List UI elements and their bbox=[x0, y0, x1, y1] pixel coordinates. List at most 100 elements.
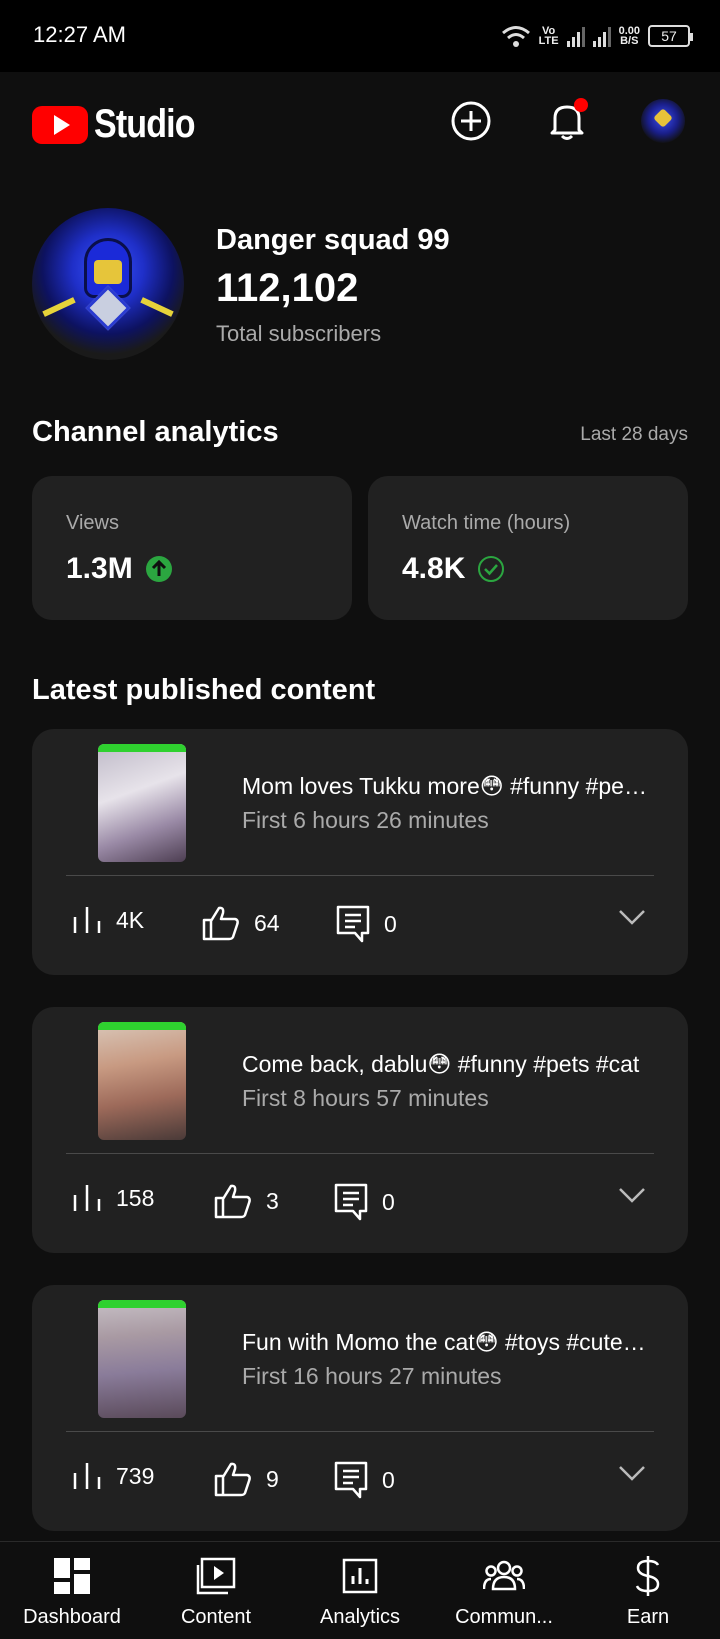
likes-count: 64 bbox=[254, 909, 280, 936]
status-bar: 12:27 AM Vo LTE 0.00 B/S 57 bbox=[0, 0, 720, 72]
volte-indicator: Vo LTE bbox=[538, 26, 559, 47]
comment-icon bbox=[336, 905, 370, 943]
nav-earn[interactable]: Earn bbox=[576, 1554, 720, 1629]
account-avatar bbox=[641, 99, 685, 143]
analytics-icon bbox=[342, 1558, 378, 1594]
views-card[interactable]: Views 1.3M bbox=[32, 476, 352, 620]
thumbnail-banner bbox=[98, 744, 186, 752]
likes-metric-1: 64 bbox=[202, 905, 280, 941]
video-thumbnail-2[interactable] bbox=[98, 1022, 186, 1140]
comment-icon bbox=[334, 1461, 368, 1499]
views-value-row: 1.3M bbox=[66, 552, 173, 586]
views-value: 1.3M bbox=[66, 552, 133, 585]
card-divider bbox=[66, 1431, 654, 1432]
expand-button-2[interactable] bbox=[618, 1187, 646, 1208]
thumbnail-banner bbox=[98, 1300, 186, 1308]
nav-label: Analytics bbox=[319, 1606, 401, 1628]
speed-unit: B/S bbox=[620, 35, 639, 47]
nav-label: Commun... bbox=[455, 1606, 553, 1628]
network-speed: 0.00 B/S bbox=[619, 26, 640, 47]
chevron-down-icon bbox=[619, 910, 645, 925]
comments-metric-3: 0 bbox=[334, 1461, 395, 1499]
nav-content[interactable]: Content bbox=[144, 1554, 288, 1629]
comment-icon bbox=[334, 1183, 368, 1221]
nav-label: Content bbox=[180, 1606, 252, 1628]
nav-dashboard[interactable]: Dashboard bbox=[0, 1554, 144, 1629]
views-count: 4K bbox=[116, 906, 145, 933]
signal-icon bbox=[566, 25, 585, 47]
app-bar: Studio bbox=[0, 72, 720, 172]
comments-metric-2: 0 bbox=[334, 1183, 395, 1221]
views-count: 158 bbox=[116, 1184, 155, 1211]
create-button[interactable] bbox=[448, 98, 494, 144]
youtube-play-icon bbox=[32, 105, 88, 144]
comments-count: 0 bbox=[382, 1188, 395, 1215]
avatar-wing-right bbox=[140, 297, 174, 317]
thumbs-up-icon bbox=[214, 1184, 251, 1219]
views-metric-1: 4K bbox=[72, 905, 144, 935]
latest-content-title: Latest published content bbox=[32, 674, 376, 706]
dollar-icon bbox=[635, 1556, 660, 1596]
channel-name: Danger squad 99 bbox=[216, 224, 450, 256]
video-card-3[interactable]: Fun with Momo the cat😳 #toys #cute #cat … bbox=[32, 1285, 688, 1531]
views-metric-2: 158 bbox=[72, 1183, 154, 1213]
nav-label: Dashboard bbox=[23, 1606, 121, 1628]
views-bars-icon bbox=[73, 1463, 101, 1489]
status-time: 12:27 AM bbox=[33, 22, 126, 47]
community-icon bbox=[483, 1560, 525, 1591]
views-count: 739 bbox=[116, 1462, 155, 1489]
watch-time-value-row: 4.8K bbox=[402, 552, 505, 586]
subscriber-count: 112,102 bbox=[216, 266, 359, 310]
analytics-period: Last 28 days bbox=[580, 424, 688, 445]
subscriber-label: Total subscribers bbox=[216, 321, 382, 346]
chevron-down-icon bbox=[619, 1188, 645, 1203]
thumbs-up-icon bbox=[214, 1462, 251, 1497]
watch-time-card[interactable]: Watch time (hours) 4.8K bbox=[368, 476, 688, 620]
watch-time-label: Watch time (hours) bbox=[402, 512, 571, 534]
signal-icon-2 bbox=[592, 25, 611, 47]
watch-time-value: 4.8K bbox=[402, 552, 466, 585]
card-divider bbox=[66, 1153, 654, 1154]
card-divider bbox=[66, 875, 654, 876]
video-subtitle-3: First 16 hours 27 minutes bbox=[242, 1363, 502, 1389]
nav-community[interactable]: Commun... bbox=[432, 1554, 576, 1629]
battery-icon: 57 bbox=[648, 25, 693, 47]
check-circle-icon bbox=[478, 556, 505, 582]
chevron-down-icon bbox=[619, 1466, 645, 1481]
views-bars-icon bbox=[73, 1185, 101, 1211]
comments-count: 0 bbox=[384, 910, 397, 937]
channel-avatar[interactable] bbox=[32, 208, 184, 360]
account-button[interactable] bbox=[640, 98, 686, 144]
bottom-navigation: Dashboard Content Analytics Commun... Ea… bbox=[0, 1541, 720, 1639]
expand-button-1[interactable] bbox=[618, 909, 646, 930]
video-card-2[interactable]: Come back, dablu😳 #funny #pets #cat Firs… bbox=[32, 1007, 688, 1253]
content-icon bbox=[196, 1557, 236, 1595]
logo-text: Studio bbox=[94, 102, 196, 146]
avatar-face bbox=[94, 260, 122, 284]
create-plus-icon bbox=[451, 101, 491, 141]
thumbnail-banner bbox=[98, 1022, 186, 1030]
video-title-3: Fun with Momo the cat😳 #toys #cute #cat bbox=[242, 1329, 652, 1355]
expand-button-3[interactable] bbox=[618, 1465, 646, 1486]
nav-label: Earn bbox=[626, 1606, 670, 1628]
likes-metric-3: 9 bbox=[214, 1461, 279, 1497]
video-thumbnail-3[interactable] bbox=[98, 1300, 186, 1418]
likes-metric-2: 3 bbox=[214, 1183, 279, 1219]
thumbs-up-icon bbox=[202, 906, 239, 941]
video-card-1[interactable]: Mom loves Tukku more😳 #funny #pets #dog … bbox=[32, 729, 688, 975]
nav-analytics[interactable]: Analytics bbox=[288, 1554, 432, 1629]
views-bars-icon bbox=[73, 907, 101, 933]
analytics-title: Channel analytics bbox=[32, 416, 279, 448]
likes-count: 3 bbox=[266, 1187, 279, 1214]
arrow-up-circle-icon bbox=[145, 556, 172, 582]
notifications-button[interactable] bbox=[544, 98, 590, 144]
dashboard-icon bbox=[54, 1558, 90, 1594]
studio-logo[interactable]: Studio bbox=[32, 102, 212, 147]
views-metric-3: 739 bbox=[72, 1461, 154, 1491]
video-title-2: Come back, dablu😳 #funny #pets #cat bbox=[242, 1051, 640, 1077]
likes-count: 9 bbox=[266, 1465, 279, 1492]
video-subtitle-2: First 8 hours 57 minutes bbox=[242, 1085, 489, 1111]
video-thumbnail-1[interactable] bbox=[98, 744, 186, 862]
volte-bottom: LTE bbox=[538, 35, 559, 47]
video-title-1: Mom loves Tukku more😳 #funny #pets #dog bbox=[242, 773, 652, 799]
